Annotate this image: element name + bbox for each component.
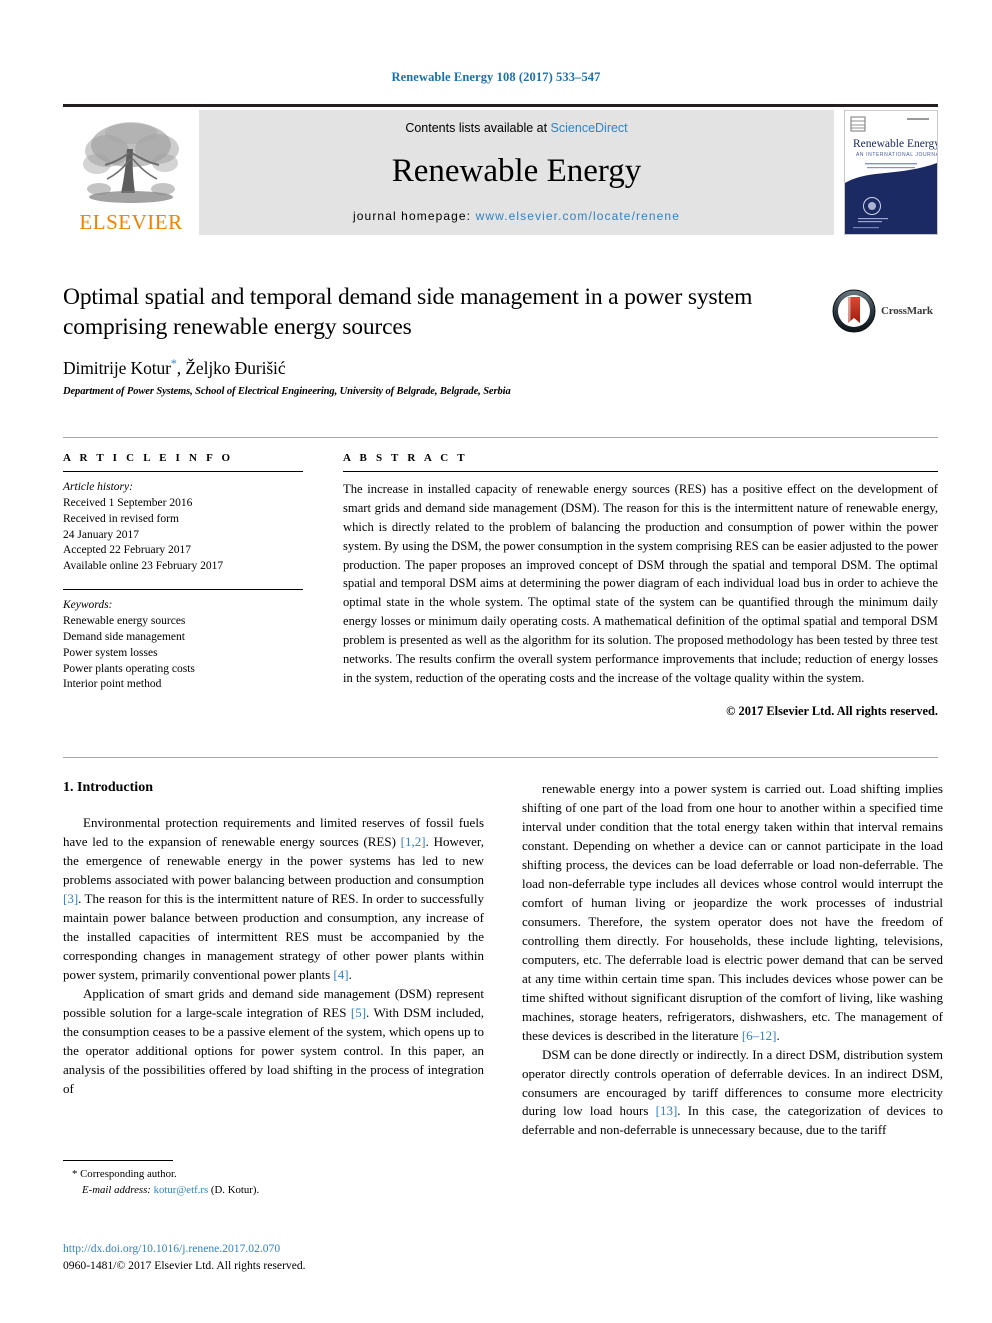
paragraph-text: renewable energy into a power system is … [522, 781, 943, 1043]
homepage-prefix: journal homepage: [353, 209, 476, 223]
citation-reference[interactable]: [13] [656, 1103, 678, 1118]
article-history-label: Article history: [63, 481, 133, 493]
page-title: Optimal spatial and temporal demand side… [63, 284, 753, 340]
keyword-item: Power system losses [63, 646, 158, 659]
email-link[interactable]: kotur@etf.rs [154, 1184, 209, 1196]
article-history-item: Received 1 September 2016 [63, 496, 193, 509]
journal-banner: Contents lists available at ScienceDirec… [199, 110, 834, 235]
footnote-body: * Corresponding author. E-mail address: … [63, 1167, 484, 1198]
elsevier-wordmark: ELSEVIER [79, 210, 183, 234]
email-address-label: E-mail address: [82, 1183, 151, 1196]
journal-homepage-link[interactable]: www.elsevier.com/locate/renene [476, 209, 680, 223]
keyword-item: Demand side management [63, 630, 185, 643]
body-paragraph: Environmental protection requirements an… [63, 814, 484, 985]
sciencedirect-link[interactable]: ScienceDirect [551, 121, 628, 135]
keyword-item: Interior point method [63, 678, 162, 691]
author-affiliation: Department of Power Systems, School of E… [63, 386, 511, 398]
article-info-heading: A R T I C L E I N F O [63, 452, 234, 464]
journal-masthead: ELSEVIER Contents lists available at Sci… [63, 104, 938, 235]
contents-prefix: Contents lists available at [405, 121, 551, 135]
corresponding-author-footnote: * Corresponding author. E-mail address: … [63, 1160, 484, 1198]
author-list: Dimitrije Kotur*, Željko Đurišić [63, 356, 938, 379]
citation-reference[interactable]: [3] [63, 891, 78, 906]
article-title-area: CrossMark Optimal spatial and temporal d… [63, 283, 938, 397]
abstract-copyright: © 2017 Elsevier Ltd. All rights reserved… [726, 703, 938, 718]
issn-copyright-line: 0960-1481/© 2017 Elsevier Ltd. All right… [63, 1259, 306, 1273]
crossmark-badge[interactable]: CrossMark [832, 283, 938, 339]
journal-title: Renewable Energy [391, 152, 642, 189]
keywords-label: Keywords: [63, 599, 113, 612]
article-info-column: A R T I C L E I N F O Article history: R… [63, 452, 303, 719]
keywords-block: Keywords: Renewable energy sources Deman… [63, 598, 303, 693]
article-history-item: 24 January 2017 [63, 528, 140, 541]
abstract-heading: A B S T R A C T [343, 452, 468, 464]
citation-reference[interactable]: [1,2] [401, 834, 426, 849]
body-separator [63, 757, 938, 758]
email-owner: (D. Kotur). [210, 1183, 260, 1196]
journal-cover-block: Renewable Energy AN INTERNATIONAL JOURNA… [834, 110, 938, 235]
running-head: Renewable Energy 108 (2017) 533–547 [391, 70, 601, 84]
article-history-item: Available online 23 February 2017 [63, 560, 224, 573]
keywords-rule [63, 589, 303, 591]
body-column-right: renewable energy into a power system is … [522, 780, 943, 1140]
author-secondary: , Željko Đurišić [176, 358, 286, 379]
journal-cover-thumbnail[interactable]: Renewable Energy AN INTERNATIONAL JOURNA… [844, 110, 938, 235]
footnote-corresponding-line: * Corresponding author. [72, 1167, 484, 1183]
footnote-rule [63, 1160, 173, 1161]
citation-reference[interactable]: [5] [351, 1005, 366, 1020]
footnote-corresponding-label: Corresponding author. [80, 1168, 177, 1180]
elsevier-tree-icon [83, 122, 179, 203]
abstract-rule [343, 471, 938, 472]
keyword-item: Power plants operating costs [63, 662, 195, 675]
doi-link[interactable]: http://dx.doi.org/10.1016/j.renene.2017.… [63, 1240, 563, 1257]
right-column-paragraphs: renewable energy into a power system is … [522, 780, 943, 1140]
abstract-text: The increase in installed capacity of re… [343, 482, 938, 685]
section-heading-introduction: 1. Introduction [63, 780, 153, 795]
body-paragraph: renewable energy into a power system is … [522, 780, 943, 1046]
abstract-column: A B S T R A C T The increase in installe… [343, 452, 938, 719]
journal-homepage-line: journal homepage: www.elsevier.com/locat… [353, 209, 680, 223]
crossmark-label: CrossMark [881, 305, 933, 317]
paragraph-text: . [776, 1027, 780, 1043]
body-paragraph: DSM can be done directly or indirectly. … [522, 1046, 943, 1141]
crossmark-icon [832, 289, 876, 333]
contents-available-line: Contents lists available at ScienceDirec… [405, 121, 627, 135]
elsevier-logo: ELSEVIER [63, 110, 199, 235]
citation-reference[interactable]: [4] [333, 967, 348, 982]
author-primary: Dimitrije Kotur [63, 358, 171, 379]
paragraph-text: . [348, 966, 352, 982]
svg-text:AN INTERNATIONAL JOURNAL: AN INTERNATIONAL JOURNAL [856, 152, 937, 158]
body-column-left: 1. Introduction Environmental protection… [63, 780, 484, 1140]
article-info-rule [63, 471, 303, 472]
article-history-item: Received in revised form [63, 512, 179, 525]
paper-page: Renewable Energy 108 (2017) 533–547 ELSE… [0, 0, 992, 1323]
paragraph-text: . The reason for this is the intermitten… [63, 890, 484, 982]
citation-reference[interactable]: [6–12] [742, 1028, 777, 1043]
cover-art: Renewable Energy AN INTERNATIONAL JOURNA… [845, 111, 937, 234]
body-paragraph: Application of smart grids and demand si… [63, 985, 484, 1099]
footnote-email-line: E-mail address: kotur@etf.rs (D. Kotur). [72, 1183, 484, 1199]
left-column-paragraphs: Environmental protection requirements an… [63, 814, 484, 1099]
doi-block: http://dx.doi.org/10.1016/j.renene.2017.… [63, 1240, 563, 1275]
body-columns: 1. Introduction Environmental protection… [63, 780, 943, 1140]
svg-text:Renewable Energy: Renewable Energy [853, 138, 937, 150]
article-history-item: Accepted 22 February 2017 [63, 544, 192, 557]
footnote-star: * [72, 1168, 78, 1180]
keyword-item: Renewable energy sources [63, 615, 186, 628]
article-info-abstract-block: A R T I C L E I N F O Article history: R… [63, 437, 938, 719]
article-history: Article history: Received 1 September 20… [63, 480, 303, 575]
